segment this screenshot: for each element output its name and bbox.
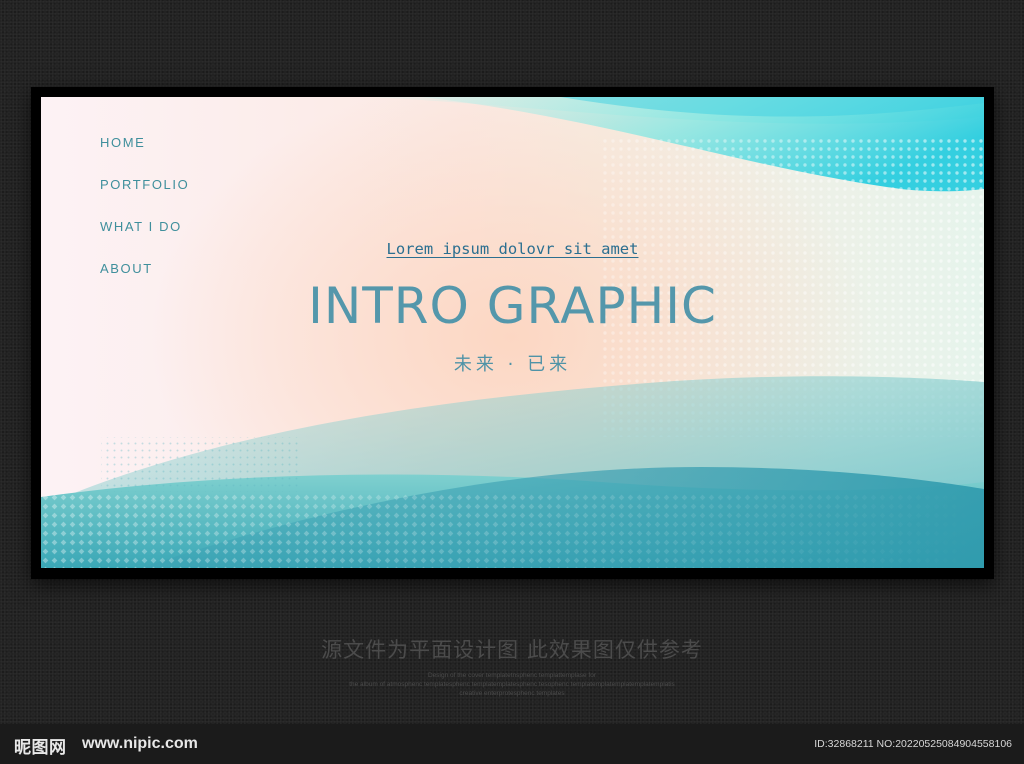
preview-caption: 源文件为平面设计图 此效果图仅供参考 — [321, 638, 703, 662]
watermark-bar: 昵图网 www.nipic.com ID:32868211 NO:2022052… — [0, 724, 1024, 764]
caption-smallprint: Design of the cover templatetnsphenc tem… — [262, 671, 762, 698]
nipic-logo: 昵图网 — [14, 738, 67, 758]
image-id: ID:32868211 NO:20220525084904558106 — [814, 738, 1012, 750]
smallprint-line-3: creative enterprotesphenc templates — [459, 690, 565, 697]
hero-subtitle-link[interactable]: Lorem ipsum dolovr sit amet — [41, 240, 984, 258]
nav-item-home[interactable]: HOME — [100, 135, 189, 177]
hero-title: INTRO GRAPHIC — [308, 277, 717, 335]
nav-item-portfolio[interactable]: PORTFOLIO — [100, 177, 189, 219]
site-url: www.nipic.com — [82, 735, 198, 752]
hero-chinese-subtitle: 未来 · 已来 — [453, 354, 572, 375]
smallprint-line-2: the album of atmosphenc templatesphenc t… — [349, 681, 675, 688]
hero-banner: HOME PORTFOLIO WHAT I DO ABOUT Lorem ips… — [41, 97, 984, 568]
smallprint-line-1: Design of the cover templatetnsphenc tem… — [427, 672, 596, 679]
